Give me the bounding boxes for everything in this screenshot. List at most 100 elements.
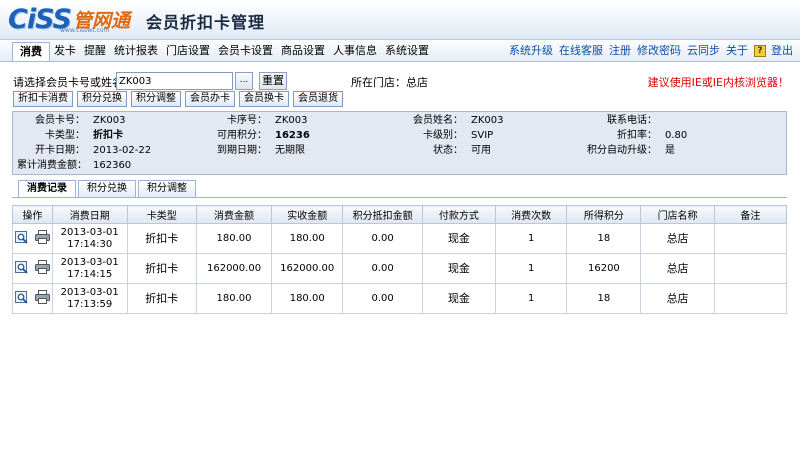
member-name-label: 会员姓名： xyxy=(413,115,463,126)
col-header-store: 门店名称 xyxy=(640,205,715,224)
link-change-password[interactable]: 修改密码 xyxy=(634,42,684,60)
app-header: CiSS 管网通 www.cisswt.com 会员折扣卡管理 xyxy=(0,0,800,40)
row-actions xyxy=(12,223,53,254)
link-system-upgrade[interactable]: 系统升级 xyxy=(506,42,556,60)
col-header-note: 备注 xyxy=(713,205,788,224)
cell-date: 2013-03-01 17:13:59 xyxy=(51,283,128,314)
col-header-payment: 付款方式 xyxy=(421,205,497,224)
cell-amount: 180.00 xyxy=(195,223,273,254)
expire-date-value: 无期限 xyxy=(275,145,305,156)
action-buttons: 折扣卡消费 积分兑换 积分调整 会员办卡 会员换卡 会员退货 xyxy=(13,91,343,109)
cell-points-earned: 18 xyxy=(566,223,642,254)
cell-store: 总店 xyxy=(640,283,715,314)
view-icon[interactable] xyxy=(15,260,29,278)
tab-points-redeem[interactable]: 积分兑换 xyxy=(78,180,136,197)
col-header-count: 消费次数 xyxy=(495,205,568,224)
cell-note xyxy=(713,223,788,254)
menu-item-reminder[interactable]: 提醒 xyxy=(80,42,110,60)
menu-item-issue-card[interactable]: 发卡 xyxy=(50,42,80,60)
link-online-support[interactable]: 在线客服 xyxy=(556,42,606,60)
discount-card-consume-button[interactable]: 折扣卡消费 xyxy=(13,91,73,107)
table-row: 2013-03-01 17:14:15 折扣卡 162000.00 162000.… xyxy=(12,253,788,284)
card-seq-label: 卡序号： xyxy=(227,115,267,126)
col-header-points-deduct: 积分抵扣金额 xyxy=(342,205,423,224)
consume-records-table: 操作 消费日期 卡类型 消费金额 实收金额 积分抵扣金额 付款方式 消费次数 所… xyxy=(12,205,788,314)
table-row: 2013-03-01 17:14:30 折扣卡 180.00 180.00 0.0… xyxy=(12,223,788,254)
menu-item-product-settings[interactable]: 商品设置 xyxy=(277,42,329,60)
tab-points-adjust[interactable]: 积分调整 xyxy=(138,180,196,197)
points-redeem-button[interactable]: 积分兑换 xyxy=(77,91,127,107)
view-icon[interactable] xyxy=(15,290,29,308)
print-icon[interactable] xyxy=(34,229,50,248)
cell-card-type: 折扣卡 xyxy=(126,253,197,284)
reset-button[interactable]: 重置 xyxy=(259,72,287,90)
menu-item-staff-info[interactable]: 人事信息 xyxy=(329,42,381,60)
cell-card-type: 折扣卡 xyxy=(126,283,197,314)
utility-links: 系统升级 在线客服 注册 修改密码 云同步 关于 ? 登出 xyxy=(506,42,796,60)
col-header-date: 消费日期 xyxy=(51,205,128,224)
table-row: 2013-03-01 17:13:59 折扣卡 180.00 180.00 0.0… xyxy=(12,283,788,314)
member-return-button[interactable]: 会员退货 xyxy=(293,91,343,107)
member-search-input[interactable] xyxy=(116,72,233,90)
menu-item-reports[interactable]: 统计报表 xyxy=(110,42,162,60)
print-icon[interactable] xyxy=(34,259,50,278)
menu-item-card-settings[interactable]: 会员卡设置 xyxy=(214,42,277,60)
card-level-label: 卡级别： xyxy=(423,130,463,141)
status-label: 状态： xyxy=(433,145,463,156)
cell-store: 总店 xyxy=(640,253,715,284)
total-spent-value: 162360 xyxy=(93,160,132,171)
card-seq-value: ZK003 xyxy=(275,115,308,126)
link-cloud-sync[interactable]: 云同步 xyxy=(684,42,723,60)
new-member-card-button[interactable]: 会员办卡 xyxy=(185,91,235,107)
view-icon[interactable] xyxy=(15,230,29,248)
auto-upgrade-value: 是 xyxy=(665,145,675,156)
print-icon[interactable] xyxy=(34,289,50,308)
browse-member-button[interactable]: ... xyxy=(235,72,253,90)
cell-points-deduct: 0.00 xyxy=(342,253,423,284)
menu-item-store-settings[interactable]: 门店设置 xyxy=(162,42,214,60)
phone-label: 联系电话： xyxy=(607,115,657,126)
points-adjust-button[interactable]: 积分调整 xyxy=(131,91,181,107)
cell-amount: 180.00 xyxy=(195,283,273,314)
page-title: 会员折扣卡管理 xyxy=(146,13,266,32)
col-header-op: 操作 xyxy=(12,205,53,224)
menu-item-system-settings[interactable]: 系统设置 xyxy=(381,42,433,60)
card-type-label: 卡类型： xyxy=(45,130,85,141)
record-tabs: 消费记录 积分兑换 积分调整 xyxy=(18,180,198,197)
row-actions xyxy=(12,253,53,284)
link-logout[interactable]: 登出 xyxy=(768,42,796,60)
col-header-amount: 消费金额 xyxy=(195,205,273,224)
menu-item-consume[interactable]: 消费 xyxy=(12,41,50,61)
change-member-card-button[interactable]: 会员换卡 xyxy=(239,91,289,107)
col-header-card-type: 卡类型 xyxy=(126,205,197,224)
tab-consume-records[interactable]: 消费记录 xyxy=(18,180,76,197)
cell-date: 2013-03-01 17:14:15 xyxy=(51,253,128,284)
available-points-label: 可用积分： xyxy=(217,130,267,141)
status-value: 可用 xyxy=(471,145,491,156)
open-date-value: 2013-02-22 xyxy=(93,145,152,156)
card-no-label: 会员卡号： xyxy=(35,115,85,126)
cell-note xyxy=(713,283,788,314)
cell-count: 1 xyxy=(495,223,568,254)
table-header-row: 操作 消费日期 卡类型 消费金额 实收金额 积分抵扣金额 付款方式 消费次数 所… xyxy=(12,205,788,224)
help-icon[interactable]: ? xyxy=(754,45,766,57)
cell-points-deduct: 0.00 xyxy=(342,223,423,254)
cell-received: 180.00 xyxy=(271,223,344,254)
row-actions xyxy=(12,283,53,314)
cell-note xyxy=(713,253,788,284)
main-menu: 消费 发卡 提醒 统计报表 门店设置 会员卡设置 商品设置 人事信息 系统设置 xyxy=(12,41,433,61)
discount-rate-value: 0.80 xyxy=(665,130,688,141)
cell-card-type: 折扣卡 xyxy=(126,223,197,254)
card-type-value: 折扣卡 xyxy=(93,130,123,141)
top-menu-bar: 消费 发卡 提醒 统计报表 门店设置 会员卡设置 商品设置 人事信息 系统设置 … xyxy=(0,40,800,62)
cell-count: 1 xyxy=(495,283,568,314)
cell-received: 180.00 xyxy=(271,283,344,314)
cell-date: 2013-03-01 17:14:30 xyxy=(51,223,128,254)
discount-rate-label: 折扣率： xyxy=(617,130,657,141)
cell-received: 162000.00 xyxy=(271,253,344,284)
card-info-panel: 会员卡号： ZK003 卡序号： ZK003 会员姓名： ZK003 联系电话：… xyxy=(12,111,787,175)
link-about[interactable]: 关于 xyxy=(723,42,751,60)
auto-upgrade-label: 积分自动升级： xyxy=(587,145,657,156)
browser-warning: 建议使用IE或IE内核浏览器！ xyxy=(647,76,789,89)
link-register[interactable]: 注册 xyxy=(606,42,634,60)
